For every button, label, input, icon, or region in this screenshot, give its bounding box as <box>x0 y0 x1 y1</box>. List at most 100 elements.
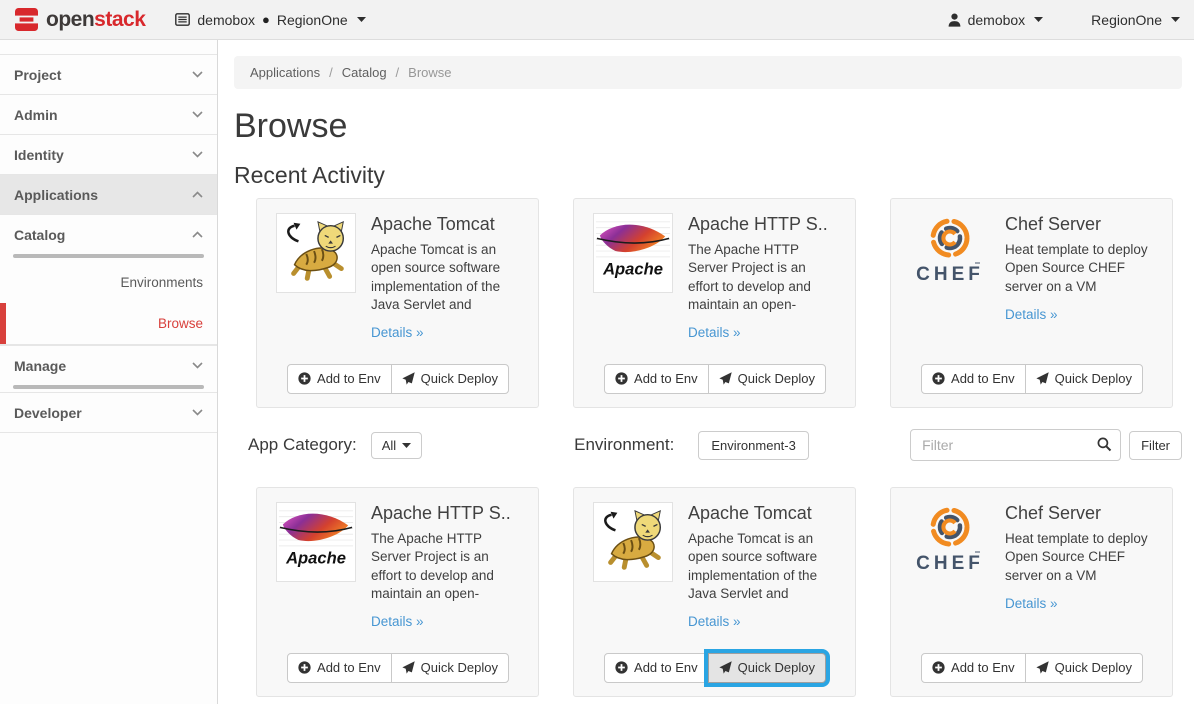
context-region-name: RegionOne <box>277 12 348 28</box>
app-category-dropdown[interactable]: All <box>371 432 422 459</box>
search-icon[interactable] <box>1097 437 1112 452</box>
tomcat-logo <box>276 213 356 293</box>
add-to-env-label: Add to Env <box>317 659 381 677</box>
sidebar-item-identity[interactable]: Identity <box>0 134 217 174</box>
sidebar-item-label: Applications <box>14 187 98 203</box>
add-to-env-label: Add to Env <box>951 659 1015 677</box>
sidebar-item-catalog[interactable]: Catalog <box>0 214 217 254</box>
project-region-switcher[interactable]: demobox ● RegionOne <box>175 12 365 28</box>
plus-circle-icon <box>932 661 945 674</box>
recent-activity-row: Apache TomcatApache Tomcat is an open so… <box>234 198 1182 408</box>
main-content: Applications/Catalog/Browse Browse Recen… <box>219 40 1194 704</box>
recent-activity-heading: Recent Activity <box>234 161 1182 189</box>
sidebar-item-developer[interactable]: Developer <box>0 392 217 432</box>
sidebar-item-label: Manage <box>14 358 66 374</box>
sidebar-item-browse[interactable]: Browse <box>0 303 217 345</box>
sidebar-item-label: Catalog <box>14 227 65 243</box>
sidebar-item-project[interactable]: Project <box>0 54 217 94</box>
catalog-row: ApacheApache HTTP S..The Apache HTTP Ser… <box>234 487 1182 697</box>
svg-text:Apache: Apache <box>602 259 663 278</box>
sidebar-item-label: Developer <box>14 405 82 421</box>
app-category-label: App Category: <box>248 435 357 455</box>
sidebar-item-environments[interactable]: Environments <box>0 261 217 303</box>
quick-deploy-button[interactable]: Quick Deploy <box>391 364 509 394</box>
openstack-brand[interactable]: openstack <box>14 7 145 32</box>
paper-plane-icon <box>402 661 415 674</box>
details-link[interactable]: Details » <box>1005 307 1058 322</box>
filter-bar: App Category: All Environment: Environme… <box>234 425 1182 465</box>
paper-plane-icon <box>1036 372 1049 385</box>
app-description: Heat template to deploy Open Source CHEF… <box>1005 530 1154 585</box>
app-card-apache-http-server: ApacheApache HTTP S..The Apache HTTP Ser… <box>256 487 539 697</box>
app-card-apache-tomcat: Apache TomcatApache Tomcat is an open so… <box>573 487 856 697</box>
app-card-actions: Add to Env Quick Deploy <box>276 364 520 394</box>
sidebar-nav: Project Admin Identity Applications Catalog E… <box>0 40 218 704</box>
chef-logo: CHEF <box>910 502 990 582</box>
add-to-env-label: Add to Env <box>951 370 1015 388</box>
sidebar-item-label: Admin <box>14 107 58 123</box>
sidebar-item-label: Project <box>14 67 61 83</box>
filter-input[interactable] <box>910 429 1121 461</box>
chevron-down-icon <box>192 71 203 78</box>
quick-deploy-label: Quick Deploy <box>421 659 498 677</box>
app-card-body: Chef ServerHeat template to deploy Open … <box>1005 502 1154 641</box>
quick-deploy-button[interactable]: Quick Deploy <box>391 653 509 683</box>
context-project-name: demobox <box>197 12 255 28</box>
app-title: Apache Tomcat <box>371 214 520 235</box>
quick-deploy-button[interactable]: Quick Deploy <box>1025 364 1143 394</box>
sidebar-divider <box>13 254 204 258</box>
quick-deploy-button[interactable]: Quick Deploy <box>708 653 826 683</box>
app-description: Heat template to deploy Open Source CHEF… <box>1005 241 1154 296</box>
top-navbar: openstack demobox ● RegionOne demobox <box>0 0 1194 40</box>
chevron-down-icon <box>192 362 203 369</box>
sidebar-item-admin[interactable]: Admin <box>0 94 217 134</box>
quick-deploy-label: Quick Deploy <box>738 659 815 677</box>
apache-logo: Apache <box>276 502 356 582</box>
environment-value: Environment-3 <box>711 438 796 453</box>
add-to-env-label: Add to Env <box>634 659 698 677</box>
sidebar-item-label: Environments <box>120 275 203 290</box>
details-link[interactable]: Details » <box>1005 596 1058 611</box>
quick-deploy-label: Quick Deploy <box>421 370 498 388</box>
app-description: Apache Tomcat is an open source software… <box>688 530 837 603</box>
user-menu[interactable]: demobox <box>948 12 1044 28</box>
add-to-env-button[interactable]: Add to Env <box>287 653 392 683</box>
details-link[interactable]: Details » <box>371 325 424 340</box>
region-menu[interactable]: RegionOne <box>1091 12 1180 28</box>
details-link[interactable]: Details » <box>688 325 741 340</box>
filter-button[interactable]: Filter <box>1129 431 1182 460</box>
svg-text:CHEF: CHEF <box>916 553 984 574</box>
quick-deploy-button[interactable]: Quick Deploy <box>708 364 826 394</box>
chevron-up-icon <box>192 191 203 198</box>
plus-circle-icon <box>298 661 311 674</box>
add-to-env-button[interactable]: Add to Env <box>604 653 709 683</box>
breadcrumb-separator: / <box>396 65 400 80</box>
breadcrumb-item-catalog[interactable]: Catalog <box>342 65 387 80</box>
add-to-env-button[interactable]: Add to Env <box>921 364 1026 394</box>
app-card-actions: Add to Env Quick Deploy <box>276 653 520 683</box>
environment-selector-button[interactable]: Environment-3 <box>698 431 809 460</box>
add-to-env-button[interactable]: Add to Env <box>287 364 392 394</box>
sidebar-item-manage[interactable]: Manage <box>0 345 217 385</box>
chevron-down-icon <box>192 111 203 118</box>
app-card-body: Apache HTTP S..The Apache HTTP Server Pr… <box>688 213 837 352</box>
openstack-logo-icon <box>14 7 39 32</box>
add-to-env-button[interactable]: Add to Env <box>604 364 709 394</box>
details-link[interactable]: Details » <box>688 614 741 629</box>
quick-deploy-label: Quick Deploy <box>1055 370 1132 388</box>
add-to-env-button[interactable]: Add to Env <box>921 653 1026 683</box>
environment-label: Environment: <box>574 435 674 455</box>
breadcrumb-separator: / <box>329 65 333 80</box>
details-link[interactable]: Details » <box>371 614 424 629</box>
breadcrumb-item-applications[interactable]: Applications <box>250 65 320 80</box>
app-card-media: CHEF Chef ServerHeat template to deploy … <box>910 502 1154 641</box>
quick-deploy-button[interactable]: Quick Deploy <box>1025 653 1143 683</box>
chevron-down-icon <box>192 409 203 416</box>
plus-circle-icon <box>615 661 628 674</box>
app-card-media: ApacheApache HTTP S..The Apache HTTP Ser… <box>276 502 520 641</box>
brand-text: openstack <box>46 8 145 32</box>
add-to-env-label: Add to Env <box>634 370 698 388</box>
sidebar-item-applications[interactable]: Applications <box>0 174 217 214</box>
paper-plane-icon <box>719 661 732 674</box>
app-title: Apache HTTP S.. <box>371 503 520 524</box>
